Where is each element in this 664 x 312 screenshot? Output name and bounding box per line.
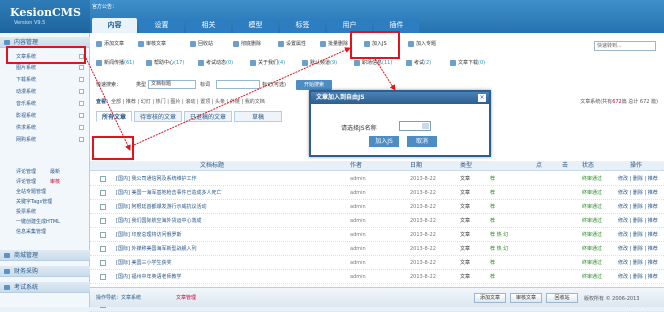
- arrow-to-checkbox: [85, 57, 131, 151]
- annotation-arrows: [85, 47, 396, 151]
- arrow-to-add-js: [133, 47, 351, 146]
- arrow-to-dialog: [374, 58, 396, 91]
